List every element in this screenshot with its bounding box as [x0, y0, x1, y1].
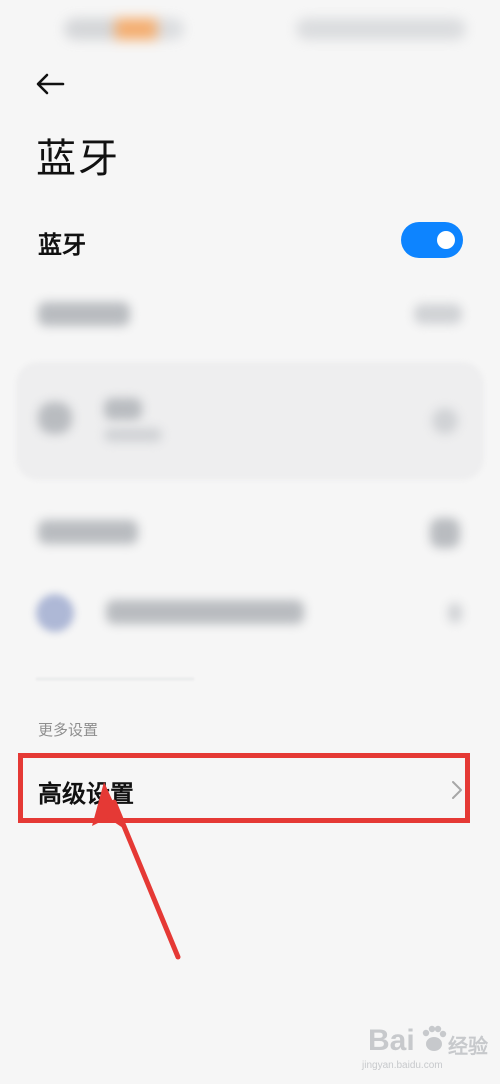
device-name-row-blurred[interactable]: [38, 302, 130, 326]
status-bar: [0, 0, 500, 60]
watermark-domain: jingyan.baidu.com: [362, 1060, 443, 1071]
device-name-value-blurred: [414, 304, 462, 324]
watermark-brand: Bai: [368, 1024, 415, 1057]
paired-device-info-icon-blurred[interactable]: [432, 408, 458, 434]
advanced-settings-label: 高级设置: [38, 780, 134, 808]
arrow-shaft: [111, 799, 181, 960]
back-button[interactable]: [30, 64, 70, 104]
more-settings-header: 更多设置: [38, 721, 99, 739]
paired-device-card[interactable]: [16, 362, 484, 480]
status-bar-right-blurred: [296, 18, 466, 40]
status-bar-left-blurred: [64, 18, 184, 40]
refresh-icon-blurred[interactable]: [430, 518, 460, 548]
switch-knob: [437, 231, 455, 249]
available-devices-header-blurred: [38, 520, 138, 544]
bluetooth-switch[interactable]: [401, 222, 463, 258]
available-device-chevron-blurred: [448, 603, 462, 623]
back-arrow-icon: [36, 73, 65, 95]
available-device-name-blurred[interactable]: [106, 600, 304, 624]
paired-device-name-blurred: [104, 398, 142, 420]
watermark-suffix: 经验: [448, 1036, 488, 1058]
paw-icon: [422, 1025, 447, 1051]
chevron-right-icon: [452, 781, 462, 799]
device-type-icon-blurred: [36, 594, 74, 632]
headphone-icon-blurred: [38, 402, 72, 434]
section-divider: [36, 678, 194, 680]
bluetooth-row-label: 蓝牙: [38, 231, 86, 259]
page-title: 蓝牙: [36, 136, 120, 182]
baidu-watermark: Bai 经验 jingyan.baidu.com: [358, 1018, 488, 1074]
paired-device-status-blurred: [104, 428, 162, 442]
advanced-settings-row[interactable]: 高级设置: [0, 756, 500, 822]
